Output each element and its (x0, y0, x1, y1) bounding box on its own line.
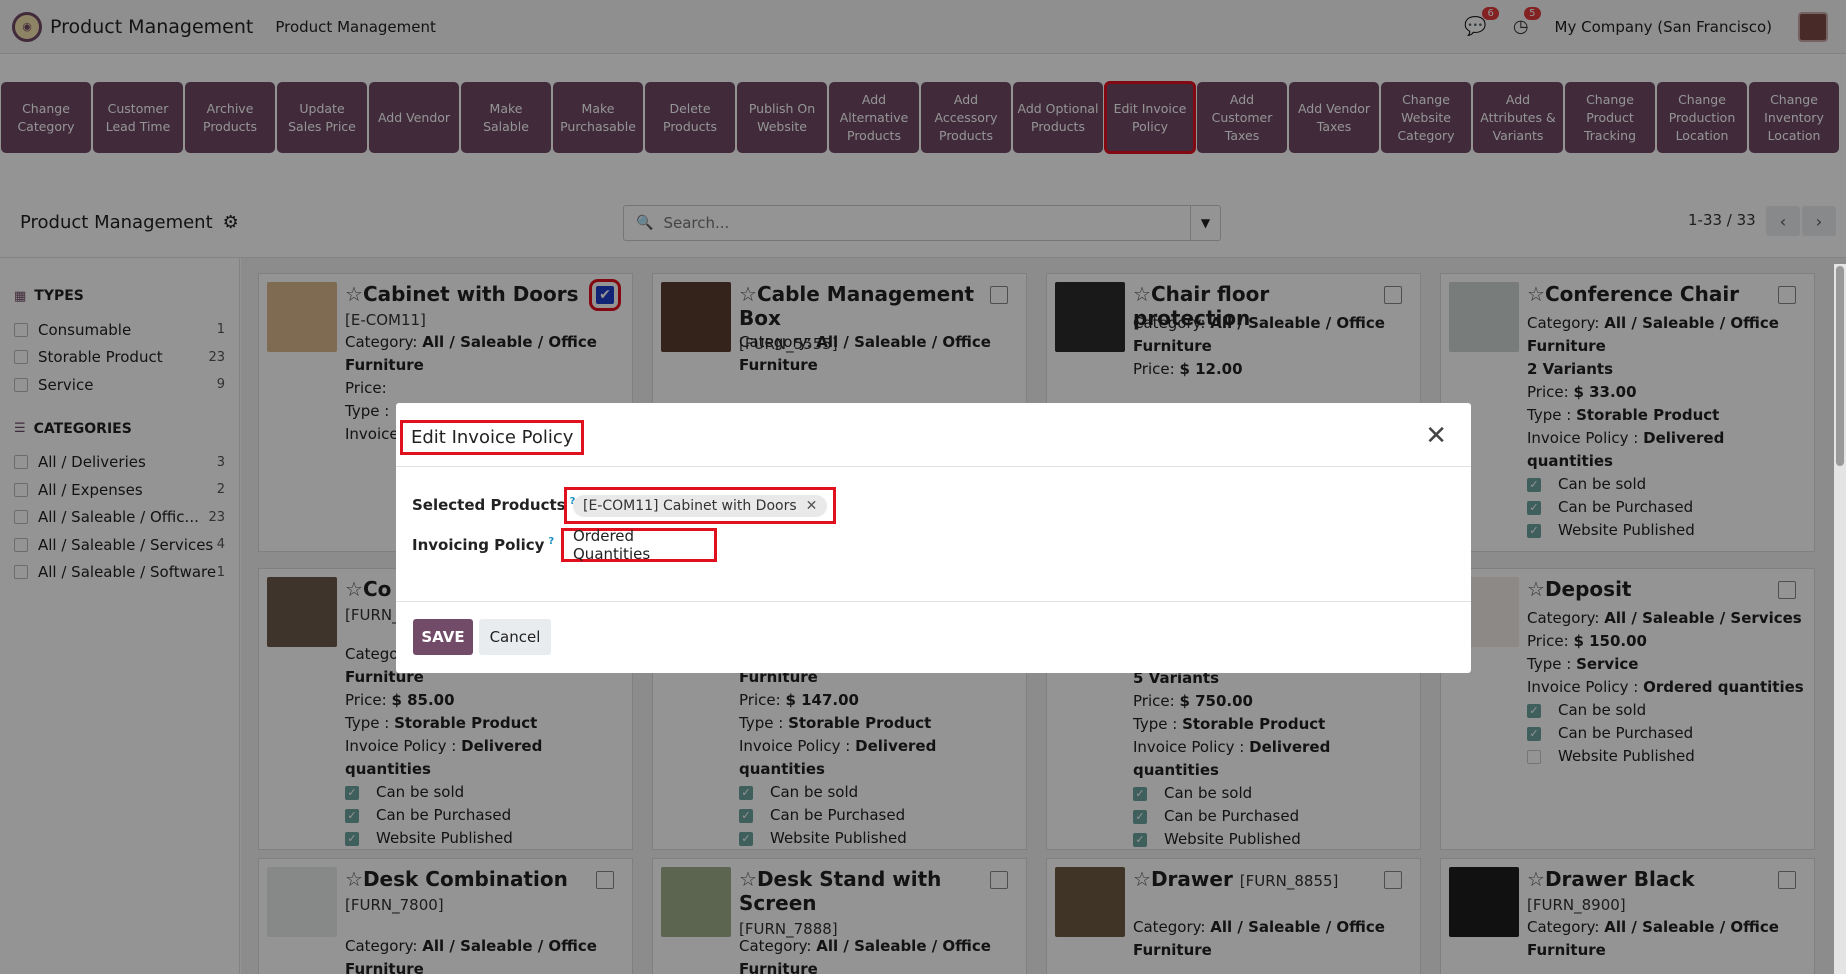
scrollbar-thumb[interactable] (1836, 266, 1844, 466)
invoicing-policy-label: Invoicing Policy? (412, 536, 555, 554)
selected-products-field[interactable]: [E-COM11] Cabinet with Doors ✕ (564, 487, 837, 524)
edit-invoice-policy-dialog: Edit Invoice Policy ✕ Selected Products?… (396, 403, 1471, 673)
divider (396, 466, 1471, 467)
dialog-title: Edit Invoice Policy (400, 420, 585, 455)
product-tag: [E-COM11] Cabinet with Doors ✕ (573, 494, 828, 517)
save-button[interactable]: SAVE (413, 619, 473, 655)
cancel-button[interactable]: Cancel (479, 619, 551, 655)
scrollbar[interactable] (1834, 264, 1846, 974)
selected-products-label: Selected Products? (412, 496, 576, 514)
close-icon[interactable]: ✕ (1425, 423, 1447, 449)
invoicing-policy-select[interactable]: Ordered Quantities (561, 527, 717, 563)
help-icon[interactable]: ? (548, 536, 554, 547)
remove-tag-icon[interactable]: ✕ (806, 498, 818, 514)
divider (396, 601, 1471, 602)
